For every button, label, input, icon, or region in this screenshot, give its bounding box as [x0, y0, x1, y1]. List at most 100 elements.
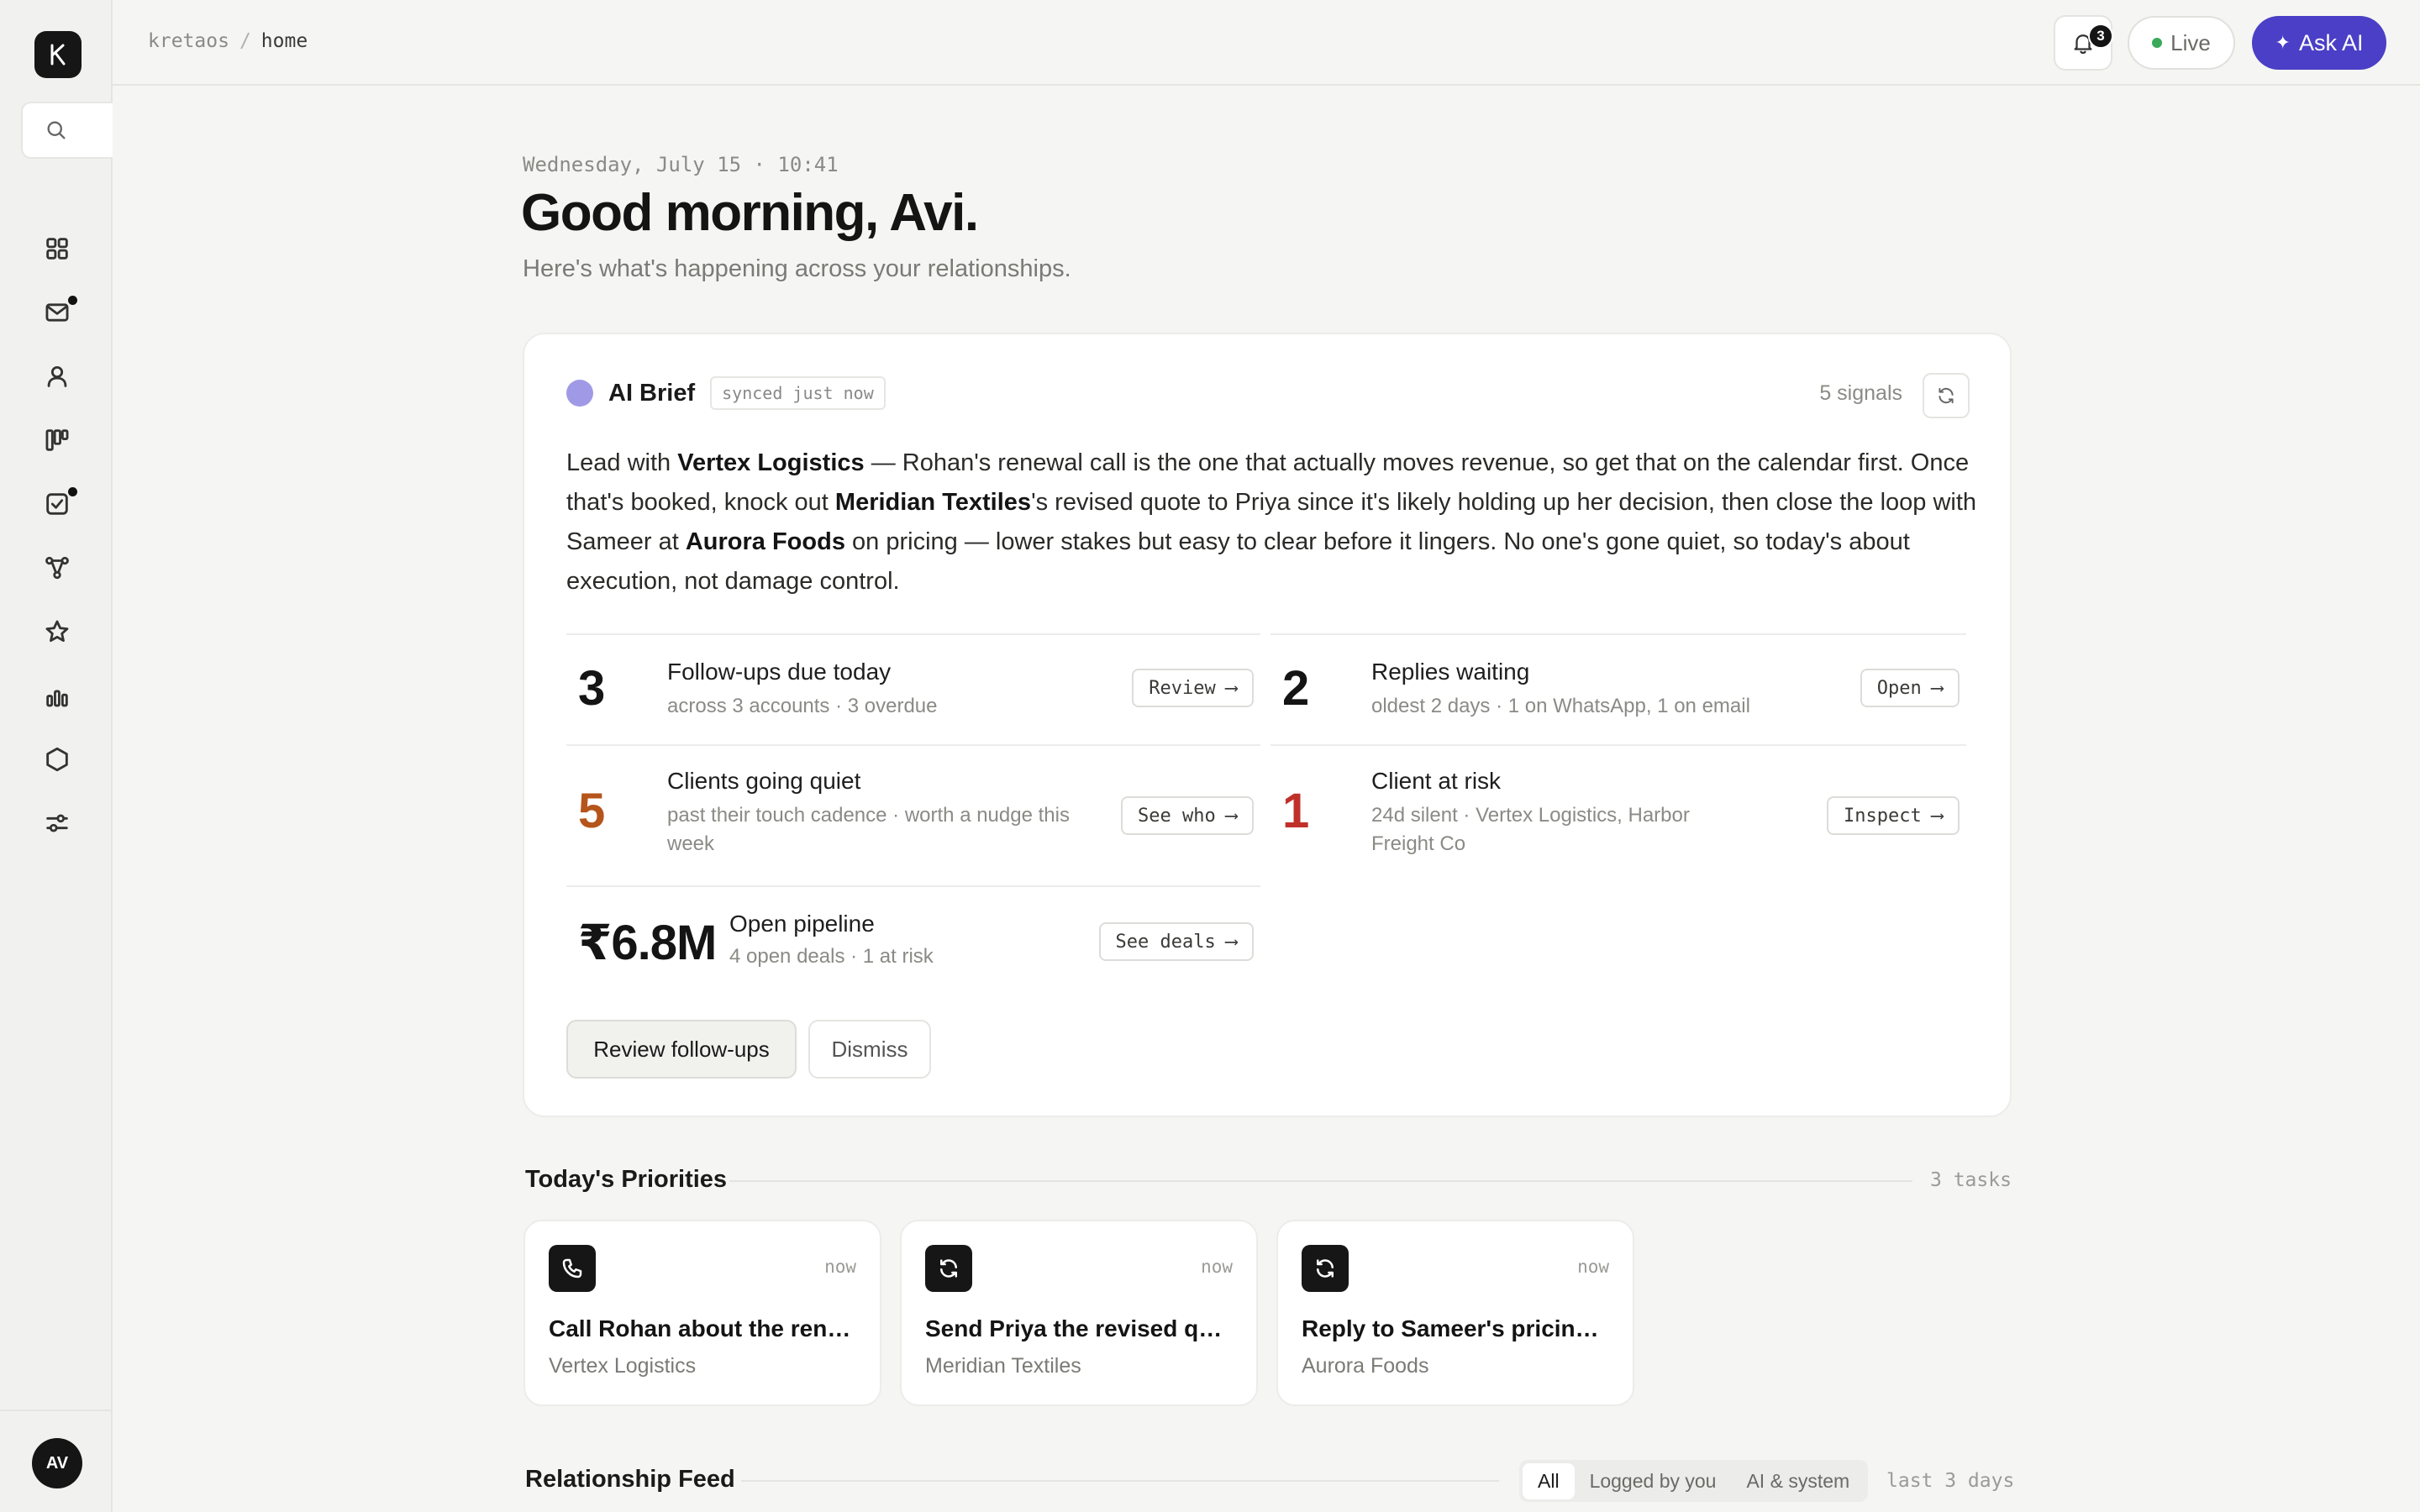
stat-open-pipeline: ₹6.8M Open pipeline 4 open deals · 1 at … — [566, 885, 1260, 986]
review-button-label: Review — [1149, 677, 1216, 699]
sidebar-item-contacts[interactable] — [34, 353, 81, 400]
live-label: Live — [2170, 29, 2211, 55]
sidebar-search-button[interactable] — [21, 102, 113, 159]
task-icon — [925, 1245, 972, 1292]
divider — [729, 1180, 1912, 1182]
sidebar-footer: AV — [0, 1410, 111, 1512]
unread-dot — [68, 296, 77, 305]
brief-company-aurora: Aurora Foods — [685, 528, 845, 555]
refresh-icon — [1939, 387, 1954, 404]
task-card[interactable]: now Call Rohan about the renewal Vertex … — [523, 1220, 881, 1406]
task-client: Aurora Foods — [1302, 1354, 1429, 1378]
breadcrumb-root[interactable]: kretaos — [148, 30, 229, 52]
topbar: kretaos / home 3 Live ✦ Ask AI — [113, 0, 2420, 86]
user-avatar[interactable]: AV — [32, 1438, 82, 1488]
live-dot — [2152, 38, 2163, 48]
stat-value: 5 — [578, 784, 605, 838]
phone-icon — [562, 1258, 582, 1278]
ai-brief-text: Lead with Vertex Logistics — Rohan's ren… — [566, 444, 1978, 601]
k-logo-icon — [50, 44, 66, 66]
notifications-button[interactable]: 3 — [2054, 15, 2113, 71]
stat-label: Replies waiting — [1371, 659, 1530, 685]
sidebar-item-analytics[interactable] — [34, 674, 81, 721]
live-status-button[interactable]: Live — [2128, 16, 2235, 70]
ai-brief-card: AI Brief synced just now 5 signals Lead … — [523, 333, 2012, 1117]
sidebar-item-favorites[interactable] — [34, 608, 81, 655]
see-who-button-label: See who — [1138, 805, 1216, 827]
brief-company-vertex: Vertex Logistics — [677, 449, 865, 476]
task-card[interactable]: now Reply to Sameer's pricing question A… — [1276, 1220, 1634, 1406]
stat-follow-ups: 3 Follow-ups due today across 3 accounts… — [566, 633, 1260, 743]
stat-label: Clients going quiet — [667, 768, 861, 794]
ask-ai-button[interactable]: ✦ Ask AI — [2252, 16, 2386, 70]
task-card[interactable]: now Send Priya the revised quote Meridia… — [900, 1220, 1258, 1406]
priorities-title: Today's Priorities — [525, 1166, 728, 1193]
stat-going-quiet: 5 Clients going quiet past their touch c… — [566, 744, 1260, 885]
tab-ai-system[interactable]: AI & system — [1731, 1463, 1865, 1499]
task-title: Reply to Sameer's pricing question — [1302, 1315, 1612, 1341]
sidebar-item-pipeline[interactable] — [34, 417, 81, 464]
stat-label: Open pipeline — [729, 911, 875, 937]
arrow-right-icon: ⟶ — [1225, 677, 1237, 699]
inspect-button-label: Inspect — [1844, 805, 1922, 827]
dismiss-button[interactable]: Dismiss — [808, 1020, 931, 1079]
sidebar-item-graph[interactable] — [34, 544, 81, 591]
stat-description: oldest 2 days · 1 on WhatsApp, 1 on emai… — [1371, 695, 1750, 717]
see-who-button[interactable]: See who ⟶ — [1121, 796, 1254, 835]
open-button[interactable]: Open ⟶ — [1860, 669, 1960, 707]
brief-company-meridian: Meridian Textiles — [834, 489, 1032, 516]
stat-description: 4 open deals · 1 at risk — [729, 945, 934, 968]
see-deals-button[interactable]: See deals ⟶ — [1098, 922, 1254, 961]
task-time: now — [1201, 1257, 1233, 1277]
task-client: Meridian Textiles — [925, 1354, 1081, 1378]
stat-description: across 3 accounts · 3 overdue — [667, 695, 938, 717]
sidebar-item-tasks[interactable] — [34, 480, 81, 528]
feed-range: last 3 days — [1886, 1470, 2015, 1492]
refresh-icon — [940, 1259, 957, 1278]
task-client: Vertex Logistics — [549, 1354, 697, 1378]
stat-client-at-risk: 1 Client at risk 24d silent · Vertex Log… — [1270, 744, 1966, 885]
priorities-count: 3 tasks — [1930, 1169, 2012, 1191]
contacts-icon — [47, 365, 67, 387]
ask-ai-label: Ask AI — [2298, 29, 2364, 55]
see-deals-button-label: See deals — [1115, 931, 1216, 953]
arrow-right-icon: ⟶ — [1225, 931, 1237, 953]
breadcrumb: kretaos / home — [148, 30, 308, 52]
sidebar-item-integrations[interactable] — [34, 736, 81, 783]
breadcrumb-separator: / — [239, 30, 251, 52]
review-button[interactable]: Review ⟶ — [1132, 669, 1254, 707]
task-icon — [1302, 1245, 1349, 1292]
sidebar-item-dashboard[interactable] — [34, 225, 81, 272]
settings-sliders-icon — [46, 814, 68, 832]
sidebar-item-settings[interactable] — [34, 800, 81, 847]
page-subtitle: Here's what's happening across your rela… — [523, 255, 1071, 282]
app-logo[interactable] — [34, 31, 82, 78]
stat-label: Follow-ups due today — [667, 659, 892, 685]
unread-dot — [68, 487, 77, 496]
tasks-icon — [46, 493, 68, 515]
ai-brief-dot-icon — [566, 380, 593, 407]
task-title: Call Rohan about the renewal — [549, 1315, 860, 1341]
stat-value: ₹6.8M — [578, 916, 717, 970]
sync-status-tag: synced just now — [710, 376, 886, 410]
sidebar: AV — [0, 0, 113, 1512]
brief-text-segment: Lead with — [566, 449, 678, 476]
breadcrumb-current: home — [260, 30, 308, 52]
open-button-label: Open — [1876, 677, 1922, 699]
tab-logged-by-you[interactable]: Logged by you — [1575, 1463, 1732, 1499]
stat-label: Client at risk — [1371, 768, 1502, 794]
hexagon-icon — [46, 747, 68, 772]
pipeline-icon — [45, 429, 69, 451]
stat-value: 2 — [1282, 661, 1309, 716]
stat-value: 1 — [1282, 784, 1309, 838]
page-title: Good morning, Avi. — [521, 184, 979, 242]
sidebar-item-inbox[interactable] — [34, 289, 81, 336]
tab-all[interactable]: All — [1523, 1462, 1575, 1499]
arrow-right-icon: ⟶ — [1225, 805, 1237, 827]
inspect-button[interactable]: Inspect ⟶ — [1827, 796, 1960, 835]
stat-description: 24d silent · Vertex Logistics, Harbor Fr… — [1371, 804, 1690, 855]
refresh-brief-button[interactable] — [1923, 373, 1970, 418]
ai-brief-header: AI Brief synced just now — [566, 376, 886, 410]
dashboard-icon — [46, 238, 68, 260]
review-follow-ups-button[interactable]: Review follow-ups — [566, 1020, 797, 1079]
